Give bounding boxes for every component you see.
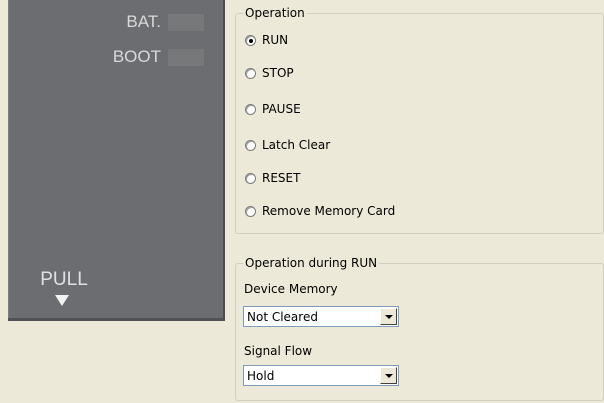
- cpu-module-panel: BAT. BOOT PULL: [8, 0, 225, 321]
- radio-run-button[interactable]: [245, 34, 256, 46]
- radio-latch-clear-button[interactable]: [245, 139, 256, 151]
- pull-label: PULL: [40, 269, 88, 290]
- radio-pause-label: PAUSE: [262, 102, 301, 116]
- radio-reset-label: RESET: [262, 171, 301, 185]
- boot-led-row: BOOT: [113, 47, 205, 67]
- chevron-down-icon: [384, 373, 393, 378]
- operation-group-title: Operation: [243, 6, 307, 20]
- radio-run-label: RUN: [262, 33, 289, 47]
- radio-stop-label: STOP: [262, 66, 294, 80]
- operation-during-run-title: Operation during RUN: [243, 256, 380, 270]
- chevron-down-icon: [384, 314, 393, 319]
- signal-flow-label: Signal Flow: [244, 344, 313, 358]
- radio-reset-button[interactable]: [245, 172, 256, 184]
- boot-led-indicator: [167, 47, 205, 67]
- pull-arrow-icon: [55, 295, 69, 306]
- bat-led-label: BAT.: [126, 12, 161, 31]
- radio-stop-button[interactable]: [245, 67, 256, 79]
- signal-flow-dropdown-button[interactable]: [380, 367, 397, 384]
- signal-flow-value: Hold: [247, 368, 275, 383]
- radio-pause[interactable]: PAUSE: [245, 102, 301, 116]
- radio-remove-memory-card[interactable]: Remove Memory Card: [245, 204, 395, 218]
- signal-flow-select[interactable]: Hold: [243, 365, 399, 386]
- radio-run[interactable]: RUN: [245, 33, 288, 47]
- boot-led-label: BOOT: [112, 47, 161, 66]
- bat-led-indicator: [167, 12, 205, 32]
- radio-latch-clear-label: Latch Clear: [262, 138, 331, 152]
- operation-during-run-group: Operation during RUN Device Memory Not C…: [235, 256, 604, 401]
- device-memory-label: Device Memory: [244, 282, 338, 296]
- radio-stop[interactable]: STOP: [245, 66, 294, 80]
- radio-remove-memory-card-button[interactable]: [245, 205, 256, 217]
- radio-remove-memory-card-label: Remove Memory Card: [262, 204, 396, 218]
- device-memory-select[interactable]: Not Cleared: [243, 306, 399, 327]
- bat-led-row: BAT.: [126, 12, 205, 32]
- device-memory-value: Not Cleared: [247, 309, 318, 324]
- operation-group: Operation RUN STOP PAUSE Latch Clear RES…: [235, 6, 604, 234]
- radio-pause-button[interactable]: [245, 103, 256, 115]
- device-memory-dropdown-button[interactable]: [380, 308, 397, 325]
- radio-latch-clear[interactable]: Latch Clear: [245, 138, 330, 152]
- radio-reset[interactable]: RESET: [245, 171, 300, 185]
